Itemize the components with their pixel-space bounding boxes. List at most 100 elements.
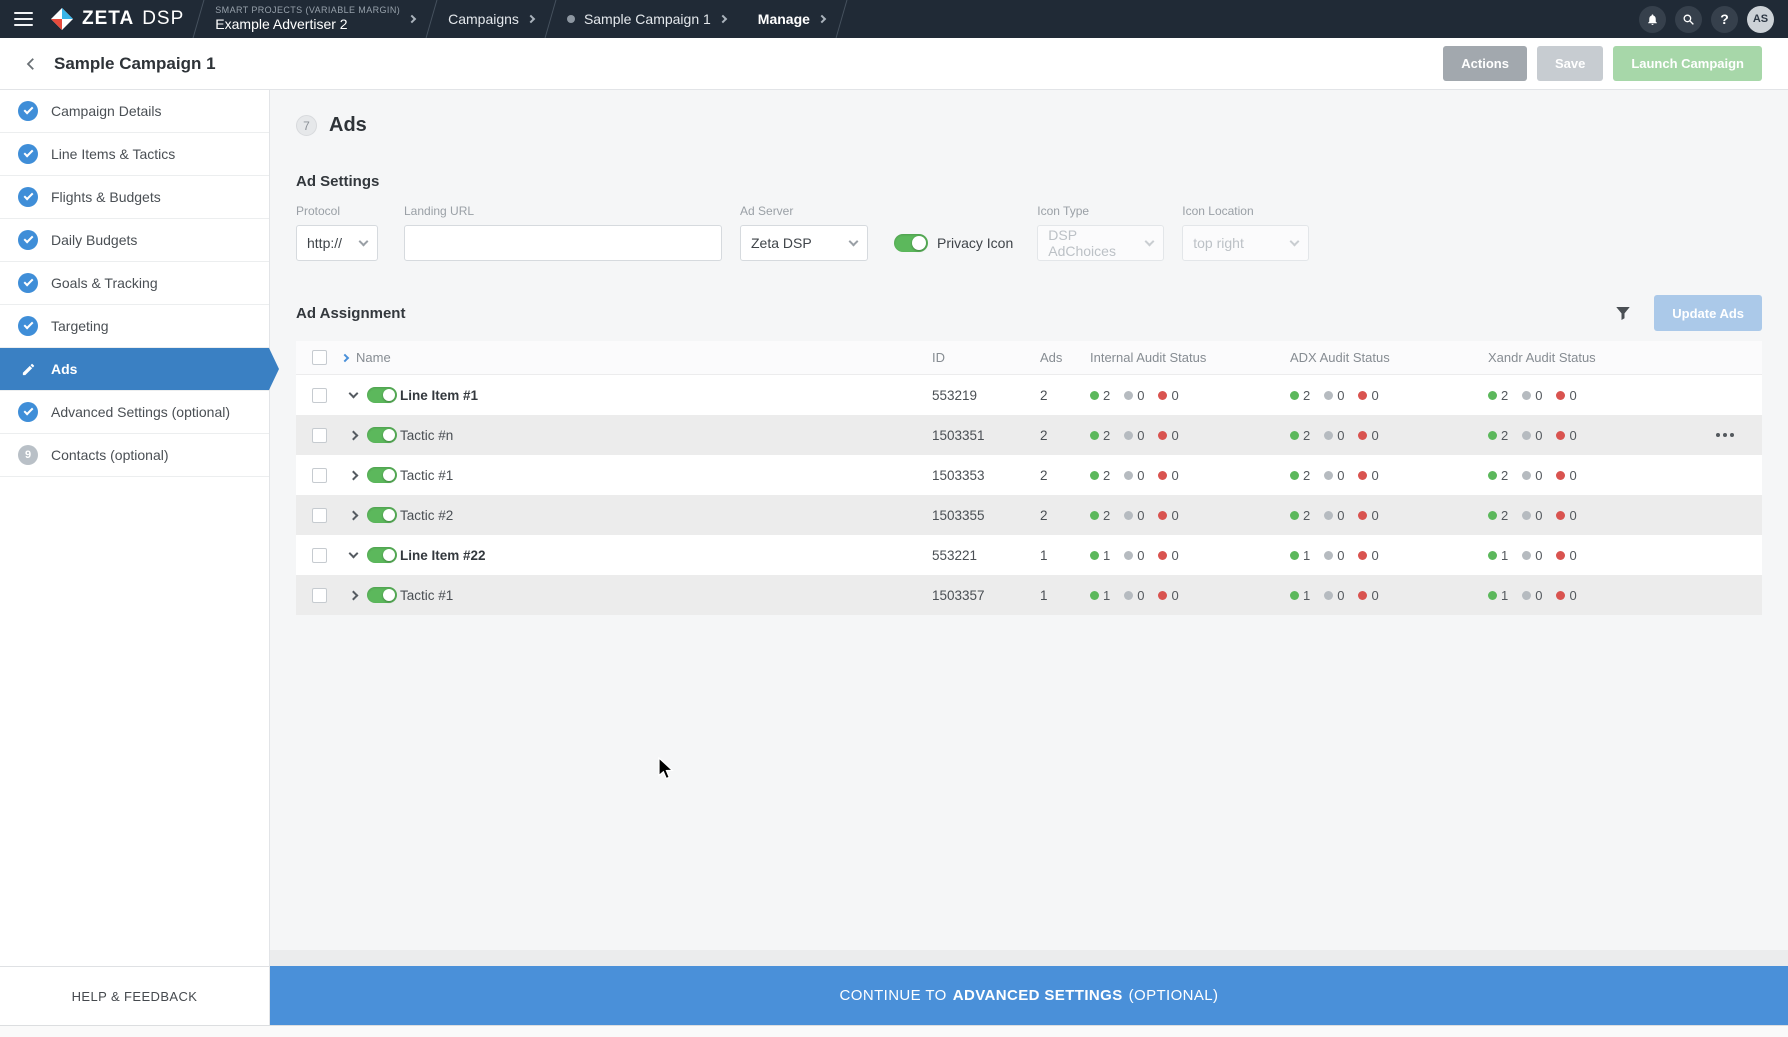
sidebar-item-label: Line Items & Tactics <box>51 146 175 162</box>
status-internal: 200 <box>1090 428 1290 443</box>
brand-dsp: DSP <box>142 8 184 30</box>
row-checkbox[interactable] <box>312 468 327 483</box>
row-expander-icon[interactable] <box>348 510 358 520</box>
breadcrumb-campaign[interactable]: Sample Campaign 1 <box>551 11 742 27</box>
app-window: ZETA DSP SMART PROJECTS (VARIABLE MARGIN… <box>0 0 1788 1037</box>
table-row: Line Item #1 553219 2 200 200 200 <box>296 375 1762 415</box>
chevron-left-icon <box>22 55 40 73</box>
icon-location-value: top right <box>1193 235 1244 251</box>
notifications-button[interactable] <box>1639 6 1666 33</box>
row-checkbox[interactable] <box>312 588 327 603</box>
row-name[interactable]: Tactic #1 <box>400 588 453 603</box>
breadcrumb-campaigns[interactable]: Campaigns <box>432 11 550 27</box>
privacy-icon-toggle[interactable] <box>894 234 928 252</box>
status-adx: 100 <box>1290 548 1488 563</box>
avatar[interactable]: AS <box>1747 6 1774 33</box>
row-expander-icon[interactable] <box>348 470 358 480</box>
sidebar-item-ads[interactable]: Ads <box>0 348 269 391</box>
icon-type-select: DSP AdChoices <box>1037 225 1164 261</box>
actions-button[interactable]: Actions <box>1443 46 1527 81</box>
check-icon <box>18 144 38 164</box>
status-adx: 200 <box>1290 428 1488 443</box>
row-expander-icon[interactable] <box>348 430 358 440</box>
check-icon <box>18 273 38 293</box>
update-ads-button[interactable]: Update Ads <box>1654 295 1762 331</box>
content-bottom-band <box>270 950 1788 966</box>
row-name[interactable]: Line Item #22 <box>400 548 486 563</box>
ad-settings-form: Protocol http:// Landing URL Ad Server Z… <box>296 204 1762 261</box>
search-button[interactable] <box>1675 6 1702 33</box>
row-menu-button[interactable] <box>1712 429 1738 441</box>
row-active-toggle[interactable] <box>367 587 397 603</box>
landing-url-input[interactable] <box>404 225 722 261</box>
row-active-toggle[interactable] <box>367 467 397 483</box>
sidebar-item-advanced-settings-optional[interactable]: Advanced Settings (optional) <box>0 391 269 434</box>
row-checkbox[interactable] <box>312 388 327 403</box>
status-internal: 200 <box>1090 468 1290 483</box>
row-name[interactable]: Tactic #1 <box>400 468 453 483</box>
save-button[interactable]: Save <box>1537 46 1603 81</box>
row-checkbox[interactable] <box>312 548 327 563</box>
chevron-right-icon <box>719 15 727 23</box>
sidebar-item-label: Goals & Tracking <box>51 275 158 291</box>
row-active-toggle[interactable] <box>367 507 397 523</box>
check-icon <box>18 187 38 207</box>
column-xandr-audit: Xandr Audit Status <box>1488 350 1666 365</box>
check-icon <box>18 316 38 336</box>
help-feedback-button[interactable]: HELP & FEEDBACK <box>0 966 270 1025</box>
sidebar-item-line-items-tactics[interactable]: Line Items & Tactics <box>0 133 269 176</box>
row-expander-icon[interactable] <box>348 389 358 399</box>
zeta-logo[interactable]: ZETA DSP <box>46 7 198 31</box>
filter-button[interactable] <box>1608 298 1638 328</box>
breadcrumb-manage[interactable]: Manage <box>742 11 841 27</box>
status-internal: 200 <box>1090 508 1290 523</box>
row-ads: 2 <box>1040 468 1090 483</box>
sidebar-item-flights-budgets[interactable]: Flights & Budgets <box>0 176 269 219</box>
row-checkbox[interactable] <box>312 428 327 443</box>
breadcrumb-campaign-label: Sample Campaign 1 <box>584 11 711 27</box>
help-button[interactable]: ? <box>1711 6 1738 33</box>
breadcrumb-advertiser[interactable]: SMART PROJECTS (VARIABLE MARGIN) Example… <box>199 5 431 34</box>
mouse-cursor <box>658 757 675 786</box>
scrollbar-track[interactable] <box>0 1025 1788 1037</box>
protocol-select[interactable]: http:// <box>296 225 378 261</box>
menu-icon[interactable] <box>0 0 46 38</box>
sidebar-item-campaign-details[interactable]: Campaign Details <box>0 90 269 133</box>
sidebar-item-daily-budgets[interactable]: Daily Budgets <box>0 219 269 262</box>
continue-prefix: CONTINUE TO <box>840 987 947 1004</box>
sidebar-nav: Campaign Details Line Items & Tactics Fl… <box>0 90 270 966</box>
select-all-checkbox[interactable] <box>312 350 327 365</box>
row-name[interactable]: Tactic #n <box>400 428 453 443</box>
search-icon <box>1682 13 1695 26</box>
top-nav: ZETA DSP SMART PROJECTS (VARIABLE MARGIN… <box>0 0 1788 38</box>
ad-table-body: Line Item #1 553219 2 200 200 200 Tactic… <box>296 375 1762 615</box>
row-id: 553221 <box>932 548 1040 563</box>
sidebar-item-contacts-optional[interactable]: 9 Contacts (optional) <box>0 434 269 477</box>
row-active-toggle[interactable] <box>367 427 397 443</box>
footer-bar: HELP & FEEDBACK CONTINUE TO ADVANCED SET… <box>0 966 1788 1025</box>
sidebar-item-targeting[interactable]: Targeting <box>0 305 269 348</box>
step-number-badge: 9 <box>18 445 38 465</box>
row-ads: 2 <box>1040 508 1090 523</box>
row-expander-icon[interactable] <box>348 549 358 559</box>
ad-server-select[interactable]: Zeta DSP <box>740 225 868 261</box>
status-adx: 100 <box>1290 588 1488 603</box>
sort-chevron-icon[interactable] <box>341 353 349 361</box>
check-icon <box>18 402 38 422</box>
breadcrumb-manage-label: Manage <box>758 11 810 27</box>
row-active-toggle[interactable] <box>367 547 397 563</box>
column-name[interactable]: Name <box>356 350 391 365</box>
row-name[interactable]: Tactic #2 <box>400 508 453 523</box>
back-button[interactable] <box>16 49 46 79</box>
row-checkbox[interactable] <box>312 508 327 523</box>
status-adx: 200 <box>1290 468 1488 483</box>
row-name[interactable]: Line Item #1 <box>400 388 478 403</box>
sidebar-item-goals-tracking[interactable]: Goals & Tracking <box>0 262 269 305</box>
breadcrumb-campaigns-label: Campaigns <box>448 11 519 27</box>
launch-campaign-button[interactable]: Launch Campaign <box>1613 46 1762 81</box>
row-expander-icon[interactable] <box>348 590 358 600</box>
sidebar-item-label: Advanced Settings (optional) <box>51 404 230 420</box>
continue-button[interactable]: CONTINUE TO ADVANCED SETTINGS (OPTIONAL) <box>270 966 1788 1025</box>
pencil-icon <box>18 359 38 379</box>
row-active-toggle[interactable] <box>367 387 397 403</box>
